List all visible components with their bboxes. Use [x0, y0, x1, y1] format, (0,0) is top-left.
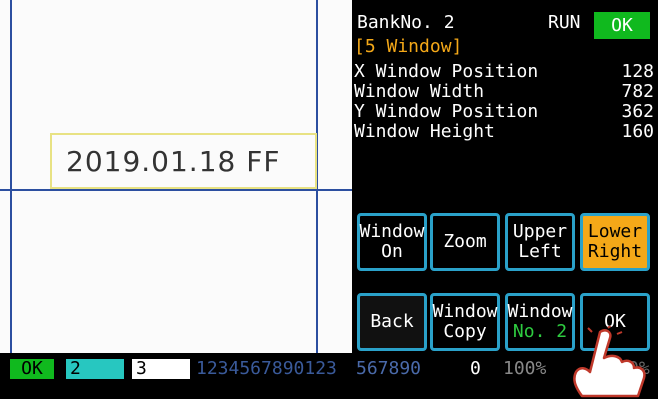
- status-percent: 100%: [503, 358, 547, 379]
- settings-panel: BankNo. 2 RUN OK [5 Window] X Window Pos…: [352, 0, 658, 353]
- param-x-window-position: X Window Position 128: [354, 61, 654, 82]
- param-y-window-position: Y Window Position 362: [354, 101, 654, 122]
- zoom-button[interactable]: Zoom: [430, 213, 500, 271]
- status-digits-2: 567890: [356, 358, 422, 379]
- camera-view: 2019.01.18 FF: [0, 0, 352, 353]
- status-ok: OK: [10, 359, 54, 379]
- bank-label: BankNo. 2: [357, 12, 455, 33]
- window-copy-button[interactable]: Window Copy: [430, 293, 500, 351]
- status-slot-2: 2: [66, 359, 124, 379]
- section-title: [5 Window]: [354, 36, 463, 57]
- lower-right-button[interactable]: Lower Right: [580, 213, 650, 271]
- crosshair-horizontal: [0, 189, 352, 191]
- window-on-button[interactable]: Window On: [357, 213, 427, 271]
- run-status: RUN: [548, 12, 581, 33]
- param-window-height: Window Height 160: [354, 121, 654, 142]
- back-button[interactable]: Back: [357, 293, 427, 351]
- ok-status-badge: OK: [594, 12, 650, 39]
- status-slot-3: 3: [132, 359, 190, 379]
- touch-hand-icon: [573, 326, 646, 398]
- crosshair-left-vertical: [10, 0, 12, 353]
- status-count: 0: [470, 358, 481, 379]
- status-digits: 1234567890123: [196, 358, 337, 379]
- param-window-width: Window Width 782: [354, 81, 654, 102]
- upper-left-button[interactable]: Upper Left: [505, 213, 575, 271]
- ocr-text: 2019.01.18 FF: [66, 145, 281, 178]
